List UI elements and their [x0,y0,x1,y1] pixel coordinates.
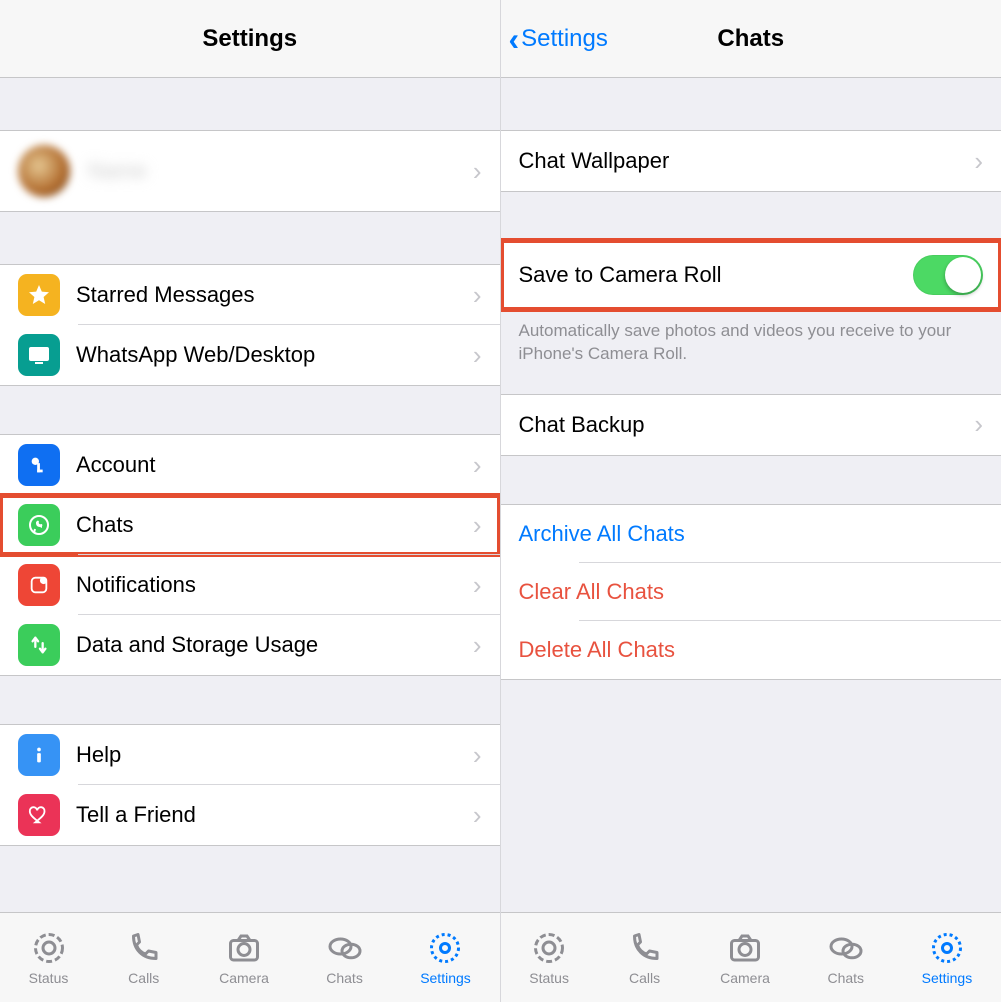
starred-web-group: Starred Messages › WhatsApp Web/Desktop … [0,264,500,386]
account-row[interactable]: Account › [0,435,500,495]
chats-settings-content: Chat Wallpaper › Save to Camera Roll Aut… [501,78,1001,1002]
nav-title: Chats [717,25,784,53]
chevron-right-icon: › [473,510,482,541]
tab-camera-label: Camera [720,970,770,986]
tab-chats-label: Chats [827,970,864,986]
key-icon [18,444,60,486]
tab-calls-label: Calls [128,970,159,986]
settings-content: Name › Starred Messages › Whats [0,78,500,1002]
save-camera-roll-toggle[interactable] [913,255,983,295]
chevron-right-icon: › [473,450,482,481]
heart-icon [18,794,60,836]
save-camera-roll-row[interactable]: Save to Camera Roll [501,241,1001,309]
whatsapp-icon [18,504,60,546]
nav-bar: ‹ Settings Chats [501,0,1001,78]
profile-row[interactable]: Name › [0,131,500,211]
tab-status[interactable]: Status [29,930,69,986]
tab-settings[interactable]: Settings [420,930,471,986]
data-usage-label: Data and Storage Usage [76,632,473,658]
tab-chats[interactable]: Chats [827,930,864,986]
tab-settings-label: Settings [420,970,471,986]
star-icon [18,274,60,316]
tab-status[interactable]: Status [529,930,569,986]
tab-settings-label: Settings [922,970,973,986]
backup-group: Chat Backup › [501,394,1001,456]
back-button[interactable]: ‹ Settings [509,0,608,77]
profile-name: Name [88,158,473,184]
chevron-right-icon: › [974,146,983,177]
chevron-right-icon: › [473,280,482,311]
chats-settings-screen: ‹ Settings Chats Chat Wallpaper › Save t… [501,0,1001,1002]
delete-all-label: Delete All Chats [519,637,676,663]
chats-label: Chats [76,512,473,538]
archive-all-row[interactable]: Archive All Chats [501,505,1001,563]
starred-messages-label: Starred Messages [76,282,473,308]
chevron-right-icon: › [473,630,482,661]
tab-chats[interactable]: Chats [326,930,363,986]
tell-friend-row[interactable]: Tell a Friend › [0,785,500,845]
chat-wallpaper-row[interactable]: Chat Wallpaper › [501,131,1001,191]
tab-bar: Status Calls Camera Chats Settings [0,912,500,1002]
tell-friend-label: Tell a Friend [76,802,473,828]
notifications-row[interactable]: Notifications › [0,555,500,615]
chevron-left-icon: ‹ [509,23,520,55]
chevron-right-icon: › [473,800,482,831]
data-usage-row[interactable]: Data and Storage Usage › [0,615,500,675]
profile-group: Name › [0,130,500,212]
wallpaper-group: Chat Wallpaper › [501,130,1001,192]
account-label: Account [76,452,473,478]
nav-title: Settings [202,25,297,53]
chat-wallpaper-label: Chat Wallpaper [519,148,975,174]
chats-row[interactable]: Chats › [0,495,500,555]
info-icon [18,734,60,776]
tab-bar: Status Calls Camera Chats Settings [501,912,1001,1002]
nav-bar: Settings [0,0,500,78]
save-camera-roll-group: Save to Camera Roll [501,240,1001,310]
tab-calls[interactable]: Calls [126,930,162,986]
tab-status-label: Status [529,970,569,986]
chat-backup-label: Chat Backup [519,412,975,438]
tab-calls[interactable]: Calls [627,930,663,986]
back-label: Settings [521,25,608,53]
tab-camera-label: Camera [219,970,269,986]
desktop-icon [18,334,60,376]
save-camera-roll-footer: Automatically save photos and videos you… [501,310,1001,366]
delete-all-row[interactable]: Delete All Chats [501,621,1001,679]
bulk-actions-group: Archive All Chats Clear All Chats Delete… [501,504,1001,680]
data-usage-icon [18,624,60,666]
tab-calls-label: Calls [629,970,660,986]
chat-backup-row[interactable]: Chat Backup › [501,395,1001,455]
help-row[interactable]: Help › [0,725,500,785]
whatsapp-web-label: WhatsApp Web/Desktop [76,342,473,368]
archive-all-label: Archive All Chats [519,521,685,547]
chevron-right-icon: › [473,740,482,771]
tab-settings[interactable]: Settings [922,930,973,986]
tab-chats-label: Chats [326,970,363,986]
account-group: Account › Chats › Notifications › [0,434,500,676]
tab-camera[interactable]: Camera [720,930,770,986]
notifications-label: Notifications [76,572,473,598]
save-camera-roll-label: Save to Camera Roll [519,262,914,288]
chevron-right-icon: › [473,156,482,187]
help-label: Help [76,742,473,768]
tab-camera[interactable]: Camera [219,930,269,986]
settings-screen: Settings Name › Starred Messages › [0,0,501,1002]
clear-all-row[interactable]: Clear All Chats [501,563,1001,621]
starred-messages-row[interactable]: Starred Messages › [0,265,500,325]
help-group: Help › Tell a Friend › [0,724,500,846]
whatsapp-web-row[interactable]: WhatsApp Web/Desktop › [0,325,500,385]
notifications-icon [18,564,60,606]
chevron-right-icon: › [473,570,482,601]
profile-avatar [18,145,70,197]
chevron-right-icon: › [974,409,983,440]
clear-all-label: Clear All Chats [519,579,665,605]
tab-status-label: Status [29,970,69,986]
chevron-right-icon: › [473,340,482,371]
